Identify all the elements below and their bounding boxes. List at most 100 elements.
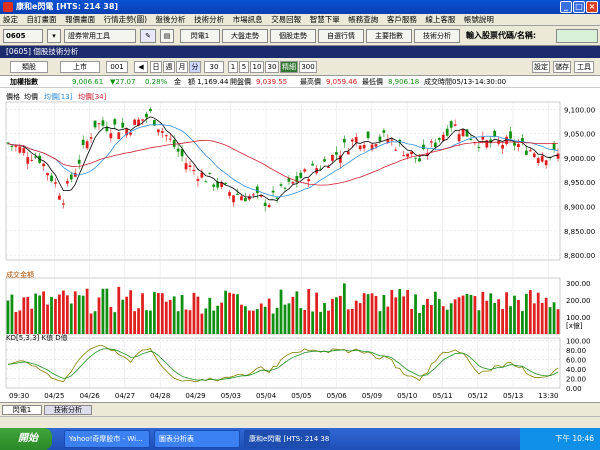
menu-item-market-chart[interactable]: 行情走勢(圖): [101, 14, 150, 26]
minute-select[interactable]: 30: [204, 61, 224, 73]
period-week[interactable]: 週: [163, 61, 175, 73]
volume-bar: [42, 291, 45, 334]
candle-body: [394, 149, 398, 151]
period-day[interactable]: 日: [150, 61, 162, 73]
volume-bar: [311, 311, 315, 334]
range-5[interactable]: 5: [239, 61, 249, 73]
candle-body: [10, 145, 14, 147]
volume-bar: [422, 304, 425, 334]
high-price: 9,059.46: [326, 78, 358, 86]
candle-body: [374, 144, 378, 147]
menu-item-service[interactable]: 客戶服務: [384, 14, 420, 26]
price-axis-label: 9,100.00: [564, 106, 595, 114]
menu-item-account-help[interactable]: 帳號說明: [461, 14, 497, 26]
candle-body: [445, 128, 449, 136]
volume-bar: [544, 297, 548, 334]
function-code-input[interactable]: 0605: [3, 29, 43, 43]
menu-item-market-news[interactable]: 市場訊息: [230, 14, 266, 26]
candle-body: [172, 140, 176, 147]
prev-button[interactable]: ◀: [134, 61, 148, 73]
candle-body: [461, 128, 465, 137]
volume-axis-label: 300.00: [566, 280, 591, 288]
close-button[interactable]: ×: [586, 1, 598, 13]
price-axis-label: 9,050.00: [564, 131, 595, 139]
dropdown-arrow-icon[interactable]: ▾: [47, 29, 61, 43]
market-select[interactable]: 上市: [60, 61, 100, 73]
stock-search-input[interactable]: [556, 29, 598, 43]
menu-item-trade-report[interactable]: 交易回報: [268, 14, 304, 26]
toolbar-button-stock-trend[interactable]: 個股走勢: [270, 29, 316, 43]
task-flash-app[interactable]: 康和e閃電 [HTS: 214 38]: [244, 430, 330, 448]
range-10[interactable]: 10: [250, 61, 264, 73]
menu-item-quotes[interactable]: 報價畫面: [62, 14, 98, 26]
menu-item-custom-screen[interactable]: 自訂畫面: [24, 14, 60, 26]
range-1[interactable]: 1: [228, 61, 238, 73]
toolbar-button-tech[interactable]: 技術分析: [414, 29, 460, 43]
kd-axis-label: 40.00: [566, 366, 586, 374]
volume-bar: [34, 293, 38, 334]
volume-unit: [x億]: [566, 321, 583, 330]
volume-bar: [18, 310, 22, 334]
price-axis-label: 8,950.00: [564, 179, 595, 187]
range-30[interactable]: 30: [265, 61, 279, 73]
menu-item-online-support[interactable]: 線上客服: [422, 14, 458, 26]
chart-area[interactable]: 價格 均價 均價[13] 均價[34] 成交金額 [x億] KD[5,3,3] …: [0, 88, 600, 402]
volume-bar: [291, 296, 295, 334]
volume-bar: [85, 288, 89, 334]
candle-body: [513, 142, 516, 146]
menu-item-smart-order[interactable]: 智慧下單: [307, 14, 343, 26]
candle-body: [517, 144, 520, 148]
tool-select[interactable]: 證券常用工具: [64, 29, 136, 43]
volume-bar: [524, 293, 528, 334]
minimize-button[interactable]: _: [560, 1, 572, 13]
price-change-pct: 0.28%: [145, 78, 168, 86]
toolbar-icon[interactable]: ▤: [160, 29, 174, 43]
toolbar-button-major-index[interactable]: 主要指數: [366, 29, 412, 43]
candle-body: [501, 144, 505, 149]
menu-item-account[interactable]: 帳務查詢: [345, 14, 381, 26]
market-type-select[interactable]: 類股: [10, 61, 48, 73]
settings-button[interactable]: 設定: [532, 61, 550, 73]
toolbar-button-index-trend[interactable]: 大盤走勢: [222, 29, 268, 43]
period-month[interactable]: 月: [176, 61, 188, 73]
volume-bar: [346, 309, 350, 334]
time-axis-label: 04/27: [115, 392, 135, 400]
menu-item-settings[interactable]: 設定: [0, 14, 21, 26]
volume-bar: [208, 297, 212, 334]
candle-body: [54, 182, 57, 184]
task-calendar[interactable]: 圖表分析表: [154, 430, 240, 448]
period-minute[interactable]: 分: [189, 61, 201, 73]
pane-border: [5, 101, 561, 261]
range-fine[interactable]: 精細: [280, 61, 298, 73]
volume-bar: [232, 293, 235, 334]
volume-bar: [327, 310, 330, 334]
candle-body: [540, 155, 544, 162]
candle-body: [61, 203, 65, 205]
candle-body: [275, 197, 279, 199]
volume-bar: [540, 302, 544, 334]
menu-item-after-hours[interactable]: 盤後分析: [153, 14, 189, 26]
pen-icon[interactable]: ✎: [140, 29, 156, 43]
menu-item-tech-analysis[interactable]: 技術分析: [191, 14, 227, 26]
start-button[interactable]: 開始: [0, 428, 52, 450]
toolbar-button-flash1[interactable]: 閃電1: [180, 29, 220, 43]
maximize-button[interactable]: □: [573, 1, 585, 13]
volume-bar: [319, 311, 322, 334]
volume-bar: [145, 310, 148, 334]
volume-bar: [216, 305, 220, 334]
volume-legend: 成交金額: [6, 270, 34, 279]
volume-bar: [259, 303, 263, 334]
toolbar-button-watchlist[interactable]: 自選行情: [318, 29, 364, 43]
code-select[interactable]: 001: [106, 61, 128, 73]
candle-body: [552, 143, 556, 151]
candle-body: [283, 187, 287, 189]
candle-body: [65, 181, 69, 184]
range-300[interactable]: 300: [299, 61, 317, 73]
save-button[interactable]: 儲存: [553, 61, 571, 73]
tab-tech-analysis[interactable]: 技術分析: [44, 405, 92, 415]
task-yahoo[interactable]: Yahoo!奇摩股市 - Wi...: [64, 430, 150, 448]
tab-flash1[interactable]: 閃電1: [2, 405, 42, 415]
volume-bar: [275, 307, 279, 334]
tools-button[interactable]: 工具: [574, 61, 594, 73]
volume-bar: [168, 300, 172, 334]
